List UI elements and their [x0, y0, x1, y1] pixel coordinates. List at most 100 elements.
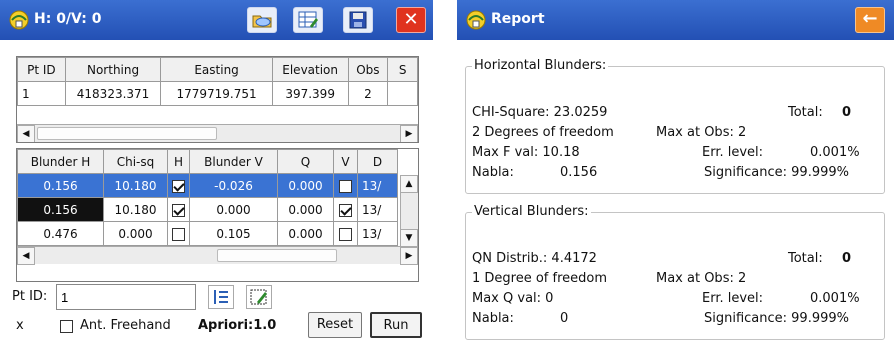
points-table: Pt ID Northing Easting Elevation Obs S 1… — [16, 56, 419, 143]
scroll-down-icon[interactable]: ▼ — [400, 229, 418, 247]
h-checkbox[interactable] — [172, 203, 185, 217]
column-header-s[interactable]: S — [387, 57, 418, 82]
horizontal-group-title: Horizontal Blunders: — [472, 58, 609, 73]
cell-h — [167, 197, 190, 222]
window-title: H: 0/V: 0 — [34, 11, 102, 27]
cell-s — [387, 81, 418, 106]
save-icon — [349, 11, 367, 29]
reset-button[interactable]: Reset — [308, 312, 362, 338]
v-max-val: Max Q val: 0 — [472, 291, 554, 306]
edit-table-button[interactable] — [293, 7, 323, 33]
cell-d: 13/ — [357, 221, 398, 246]
scroll-left-icon[interactable]: ◀ — [17, 125, 35, 142]
table-row[interactable]: 0.476 0.000 0.105 0.000 13/ — [17, 221, 398, 246]
v-checkbox[interactable] — [339, 227, 352, 241]
blunder-table: Blunder H Chi-sq H Blunder V Q V D 0.156… — [16, 148, 419, 282]
h-err-level-value: 0.001% — [810, 145, 860, 160]
h-checkbox[interactable] — [172, 179, 185, 193]
blunder-vertical-scrollbar[interactable]: ▲ ▼ — [400, 175, 418, 247]
ant-freehand-checkbox[interactable] — [60, 320, 73, 333]
horizontal-blunders-group: Horizontal Blunders: CHI-Square: 23.0259… — [465, 58, 885, 194]
table-row[interactable]: 0.156 10.180 -0.026 0.000 13/ — [17, 173, 398, 198]
cell-blunder-v: 0.000 — [189, 197, 278, 222]
back-button[interactable]: ← — [855, 7, 885, 33]
cell-q: 0.000 — [277, 173, 334, 198]
cell-elevation: 397.399 — [271, 81, 349, 106]
scroll-left-icon[interactable]: ◀ — [17, 247, 35, 265]
table-row[interactable]: 0.156 10.180 0.000 0.000 13/ — [17, 197, 398, 222]
close-icon: ✕ — [403, 9, 419, 30]
scroll-thumb[interactable] — [217, 249, 337, 262]
cell-v — [333, 221, 358, 246]
column-header-q[interactable]: Q — [277, 149, 334, 174]
h-max-at-obs: Max at Obs: 2 — [656, 125, 747, 140]
h-nabla-label: Nabla: — [472, 165, 514, 180]
edit-point-button[interactable] — [246, 285, 272, 309]
cell-chi-sq: 10.180 — [103, 197, 168, 222]
v-significance: Significance: 99.999% — [704, 311, 850, 326]
column-header-elevation[interactable]: Elevation — [271, 57, 349, 82]
v-err-level-label: Err. level: — [702, 291, 764, 306]
points-horizontal-scrollbar[interactable]: ◀ ▶ — [17, 124, 418, 142]
edit-point-icon — [250, 289, 267, 305]
open-button[interactable] — [247, 7, 277, 33]
vertical-group-title: Vertical Blunders: — [472, 204, 591, 219]
h-err-level-label: Err. level: — [702, 145, 764, 160]
qn-distrib-text: QN Distrib.: 4.4172 — [472, 251, 597, 266]
h-nabla-value: 0.156 — [560, 165, 598, 180]
column-header-v[interactable]: V — [333, 149, 358, 174]
v-total-label: Total: — [788, 251, 823, 266]
vertical-blunders-group: Vertical Blunders: QN Distrib.: 4.4172 T… — [465, 204, 885, 340]
scroll-up-icon[interactable]: ▲ — [400, 175, 418, 193]
cell-q: 0.000 — [277, 197, 334, 222]
title-bar: H: 0/V: 0 ✕ — [0, 0, 433, 40]
cell-northing: 418323.371 — [64, 81, 162, 106]
h-checkbox[interactable] — [172, 227, 185, 241]
list-button[interactable] — [208, 285, 234, 309]
cell-h — [167, 221, 190, 246]
report-window: Report ← Horizontal Blunders: CHI-Square… — [457, 0, 894, 349]
report-title-bar: Report ← — [457, 0, 894, 40]
cell-chi-sq: 10.180 — [103, 173, 168, 198]
column-header-d[interactable]: D — [357, 149, 398, 174]
cell-blunder-v: 0.105 — [189, 221, 278, 246]
cell-blunder-h: 0.156 — [17, 173, 104, 198]
v-checkbox[interactable] — [339, 203, 352, 217]
cell-blunder-v: -0.026 — [189, 173, 278, 198]
app-icon — [9, 10, 29, 30]
h-dof-text: 2 Degrees of freedom — [472, 125, 614, 140]
cell-chi-sq: 0.000 — [103, 221, 168, 246]
cell-blunder-h: 0.156 — [17, 197, 104, 222]
scroll-right-icon[interactable]: ▶ — [400, 247, 418, 265]
column-header-blunder-v[interactable]: Blunder V — [189, 149, 278, 174]
blunder-horizontal-scrollbar[interactable]: ◀ ▶ — [17, 246, 418, 265]
run-button[interactable]: Run — [370, 312, 422, 338]
column-header-h[interactable]: H — [167, 149, 190, 174]
report-title: Report — [491, 11, 545, 27]
blunder-detection-window: H: 0/V: 0 ✕ Pt ID Northing Easting Eleva… — [0, 0, 433, 349]
column-header-northing[interactable]: Northing — [64, 57, 162, 82]
scroll-right-icon[interactable]: ▶ — [400, 125, 418, 142]
table-row[interactable]: 1 418323.371 1779719.751 397.399 2 — [17, 81, 418, 106]
column-header-pt-id[interactable]: Pt ID — [17, 57, 66, 82]
v-dof-text: 1 Degree of freedom — [472, 271, 608, 286]
edit-table-icon — [298, 11, 318, 28]
scroll-thumb[interactable] — [37, 127, 217, 140]
pt-id-label: Pt ID: — [12, 289, 48, 304]
column-header-blunder-h[interactable]: Blunder H — [17, 149, 104, 174]
v-max-at-obs: Max at Obs: 2 — [656, 271, 747, 286]
cell-q: 0.000 — [277, 221, 334, 246]
chi-square-text: CHI-Square: 23.0259 — [472, 105, 608, 120]
apriori-label: Apriori:1.0 — [198, 318, 277, 333]
v-nabla-label: Nabla: — [472, 311, 514, 326]
cell-d: 13/ — [357, 173, 398, 198]
cell-obs: 2 — [347, 81, 389, 106]
save-button[interactable] — [343, 7, 373, 33]
cell-blunder-h: 0.476 — [17, 221, 104, 246]
column-header-obs[interactable]: Obs — [347, 57, 389, 82]
close-button[interactable]: ✕ — [396, 7, 426, 33]
column-header-chi-sq[interactable]: Chi-sq — [103, 149, 168, 174]
column-header-easting[interactable]: Easting — [160, 57, 273, 82]
v-checkbox[interactable] — [339, 179, 352, 193]
pt-id-input[interactable] — [56, 284, 196, 310]
